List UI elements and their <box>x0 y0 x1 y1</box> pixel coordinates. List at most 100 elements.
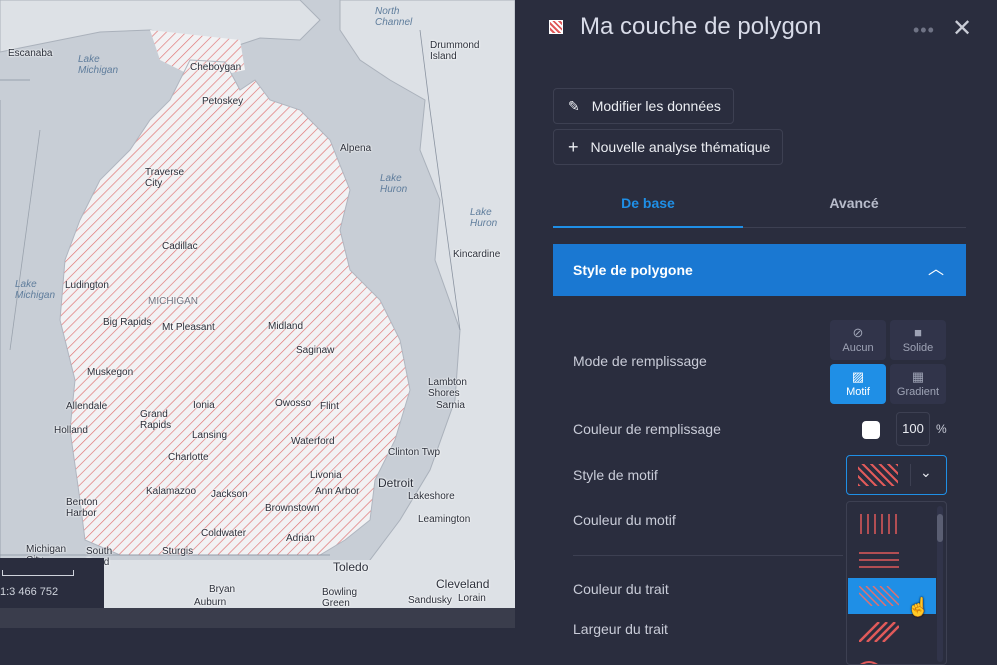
fill-mode-pattern-label: Motif <box>846 386 870 398</box>
divider <box>573 555 843 556</box>
map-label-lake-huron-1: Lake Huron <box>380 173 408 195</box>
selected-pattern-preview <box>858 464 898 486</box>
scale-text: 1:3 466 752 <box>0 586 59 598</box>
tab-advanced[interactable]: Avancé <box>759 186 949 228</box>
pattern-style-label: Style de motif <box>573 467 658 483</box>
map-label-lake-michigan-top: Lake Michigan <box>78 54 119 76</box>
edit-data-label: Modifier les données <box>591 98 721 114</box>
map-view[interactable]: North Channel Escanaba Lake Michigan Chebo… <box>0 0 515 608</box>
map-label-adrian: Adrian <box>286 533 315 544</box>
fill-mode-gradient-label: Gradient <box>896 386 940 398</box>
map-label-holland: Holland <box>54 425 88 436</box>
map-label-petoskey: Petoskey <box>202 96 244 107</box>
map-label-waterford: Waterford <box>291 436 335 447</box>
map-label-midland: Midland <box>268 321 304 332</box>
map-label-clinton-twp: Clinton Twp <box>388 447 441 458</box>
map-label-sarnia: Sarnia <box>436 400 465 411</box>
map-label-michigan-state: MICHIGAN <box>148 296 198 307</box>
map-footer <box>0 608 515 665</box>
section-header-polygon-style[interactable]: Style de polygone ︿ <box>553 244 966 296</box>
new-analysis-label: Nouvelle analyse thématique <box>590 139 771 155</box>
map-label-charlotte: Charlotte <box>168 452 209 463</box>
pattern-color-label: Couleur du motif <box>573 512 676 528</box>
map-label-traverse-city: Traverse City <box>145 167 185 189</box>
map-label-sandusky: Sandusky <box>408 595 452 606</box>
edit-data-button[interactable]: ✎ Modifier les données <box>553 88 734 124</box>
opacity-unit: % <box>936 422 947 436</box>
map-label-jackson: Jackson <box>211 489 248 500</box>
map-label-auburn: Auburn <box>194 597 227 608</box>
map-label-kalamazoo: Kalamazoo <box>146 486 197 497</box>
vertical-lines-icon <box>860 514 897 534</box>
map-scale: 1:3 466 752 <box>0 558 104 608</box>
map-label-ludington: Ludington <box>65 280 109 291</box>
map-label-lakeshore: Lakeshore <box>408 491 455 502</box>
layer-settings-panel: Ma couche de polygon ••• ✕ ✎ Modifier le… <box>515 0 997 665</box>
fill-color-label: Couleur de remplissage <box>573 421 721 437</box>
hand-cursor-icon: ☝ <box>907 597 930 617</box>
map-label-benton-harbor: Benton Harbor <box>66 497 98 519</box>
fill-mode-none-label: Aucun <box>842 342 874 354</box>
map-label-cadillac: Cadillac <box>162 241 198 252</box>
map-label-north-channel: North Channel <box>375 6 413 28</box>
map-label-kincardine: Kincardine <box>453 249 501 260</box>
map-label-lake-michigan-left: Lake Michigan <box>15 279 56 301</box>
pencil-icon: ✎ <box>568 97 580 114</box>
fill-mode-solid-label: Solide <box>902 342 934 354</box>
pattern-option-vertical-lines[interactable] <box>848 506 936 542</box>
map-label-drummond: Drummond Island <box>430 40 480 62</box>
chevron-up-icon: ︿ <box>927 261 944 278</box>
fill-mode-label: Mode de remplissage <box>573 353 707 369</box>
map-label-escanaba: Escanaba <box>8 48 53 59</box>
map-label-flint: Flint <box>320 401 339 412</box>
scale-bar <box>2 570 74 576</box>
map-label-owosso: Owosso <box>275 398 312 409</box>
diagonal-lines-icon <box>859 586 899 606</box>
tab-basic[interactable]: De base <box>553 186 743 228</box>
map-label-leamington: Leamington <box>418 514 471 525</box>
fill-mode-solid[interactable]: ■ Solide <box>890 320 946 360</box>
fill-mode-none[interactable]: ⊘ Aucun <box>830 320 886 360</box>
map-label-lake-huron-2: Lake Huron <box>470 207 498 229</box>
new-analysis-button[interactable]: + Nouvelle analyse thématique <box>553 129 784 165</box>
map-label-big-rapids: Big Rapids <box>103 317 152 328</box>
map-label-brownstown: Brownstown <box>265 503 320 514</box>
map-label-mt-pleasant: Mt Pleasant <box>162 322 215 333</box>
stroke-width-label: Largeur du trait <box>573 621 668 637</box>
more-horizontal-icon[interactable]: ••• <box>913 20 935 41</box>
close-icon[interactable]: ✕ <box>952 14 972 43</box>
map-label-livonia: Livonia <box>310 470 342 481</box>
fill-opacity-input[interactable]: 100 <box>896 412 930 446</box>
map-label-muskegon: Muskegon <box>87 367 134 378</box>
map-label-coldwater: Coldwater <box>201 528 247 539</box>
map-label-allendale: Allendale <box>66 401 108 412</box>
fill-mode-pattern[interactable]: ▨ Motif <box>830 364 886 404</box>
chevron-down-icon: ⌄ <box>920 464 932 480</box>
pattern-option-waves[interactable] <box>848 650 936 664</box>
pattern-option-diagonal-thick[interactable] <box>848 614 936 650</box>
map-label-lorain: Lorain <box>458 593 486 604</box>
waves-icon <box>860 661 878 664</box>
map-label-grand-rapids: Grand Rapids <box>140 409 172 431</box>
stroke-color-label: Couleur du trait <box>573 581 669 597</box>
map-label-saginaw: Saginaw <box>296 345 335 356</box>
section-title: Style de polygone <box>573 262 693 278</box>
map-label-lambton-shores: Lambton Shores <box>428 377 467 399</box>
map-label-sturgis: Sturgis <box>162 546 194 557</box>
map-label-cleveland: Cleveland <box>436 577 490 591</box>
map-label-ionia: Ionia <box>193 400 215 411</box>
fill-color-swatch[interactable] <box>862 421 880 439</box>
pattern-style-select[interactable]: ⌄ <box>846 455 947 495</box>
map-label-bryan: Bryan <box>209 584 236 595</box>
panel-title: Ma couche de polygon <box>580 13 822 40</box>
fill-mode-gradient[interactable]: ▦ Gradient <box>890 364 946 404</box>
pattern-dropdown <box>846 501 947 665</box>
map-label-alpena: Alpena <box>340 143 372 154</box>
dropdown-scrollbar[interactable] <box>937 506 943 662</box>
pattern-option-horizontal-lines[interactable] <box>848 542 936 578</box>
map-label-lansing: Lansing <box>192 430 228 441</box>
none-icon: ⊘ <box>852 325 864 340</box>
diagonal-thick-icon <box>859 622 899 642</box>
map-label-bowling-green: Bowling Green <box>322 587 358 608</box>
tab-bar: De base Avancé <box>553 186 966 228</box>
